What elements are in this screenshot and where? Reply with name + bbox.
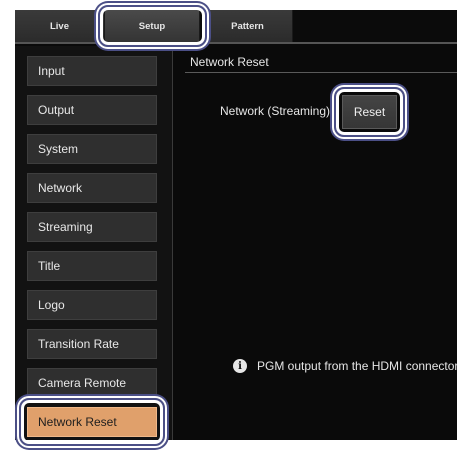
- sidebar-item-transition-rate[interactable]: Transition Rate: [27, 329, 157, 359]
- tab-pattern[interactable]: Pattern: [203, 10, 293, 42]
- tab-setup[interactable]: Setup: [105, 10, 200, 42]
- info-icon: i: [233, 359, 247, 373]
- info-message: i PGM output from the HDMI connector wi: [233, 359, 457, 373]
- sidebar-item-input[interactable]: Input: [27, 56, 157, 86]
- info-text: PGM output from the HDMI connector wi: [257, 359, 457, 373]
- sidebar-item-logo[interactable]: Logo: [27, 290, 157, 320]
- sidebar-item-network-reset[interactable]: Network Reset: [27, 407, 157, 437]
- sidebar-item-output[interactable]: Output: [27, 95, 157, 125]
- sidebar-item-title[interactable]: Title: [27, 251, 157, 281]
- sidebar-item-system[interactable]: System: [27, 134, 157, 164]
- reset-button[interactable]: Reset: [342, 95, 397, 129]
- tab-live[interactable]: Live: [15, 10, 105, 42]
- sidebar-item-camera-remote[interactable]: Camera Remote: [27, 368, 157, 398]
- tab-divider: [15, 42, 457, 44]
- section-divider: [185, 72, 457, 73]
- network-streaming-label: Network (Streaming): [220, 104, 331, 118]
- sidebar-item-streaming[interactable]: Streaming: [27, 212, 157, 242]
- section-title: Network Reset: [190, 55, 269, 69]
- sidebar-item-network[interactable]: Network: [27, 173, 157, 203]
- sidebar-divider: [172, 46, 173, 440]
